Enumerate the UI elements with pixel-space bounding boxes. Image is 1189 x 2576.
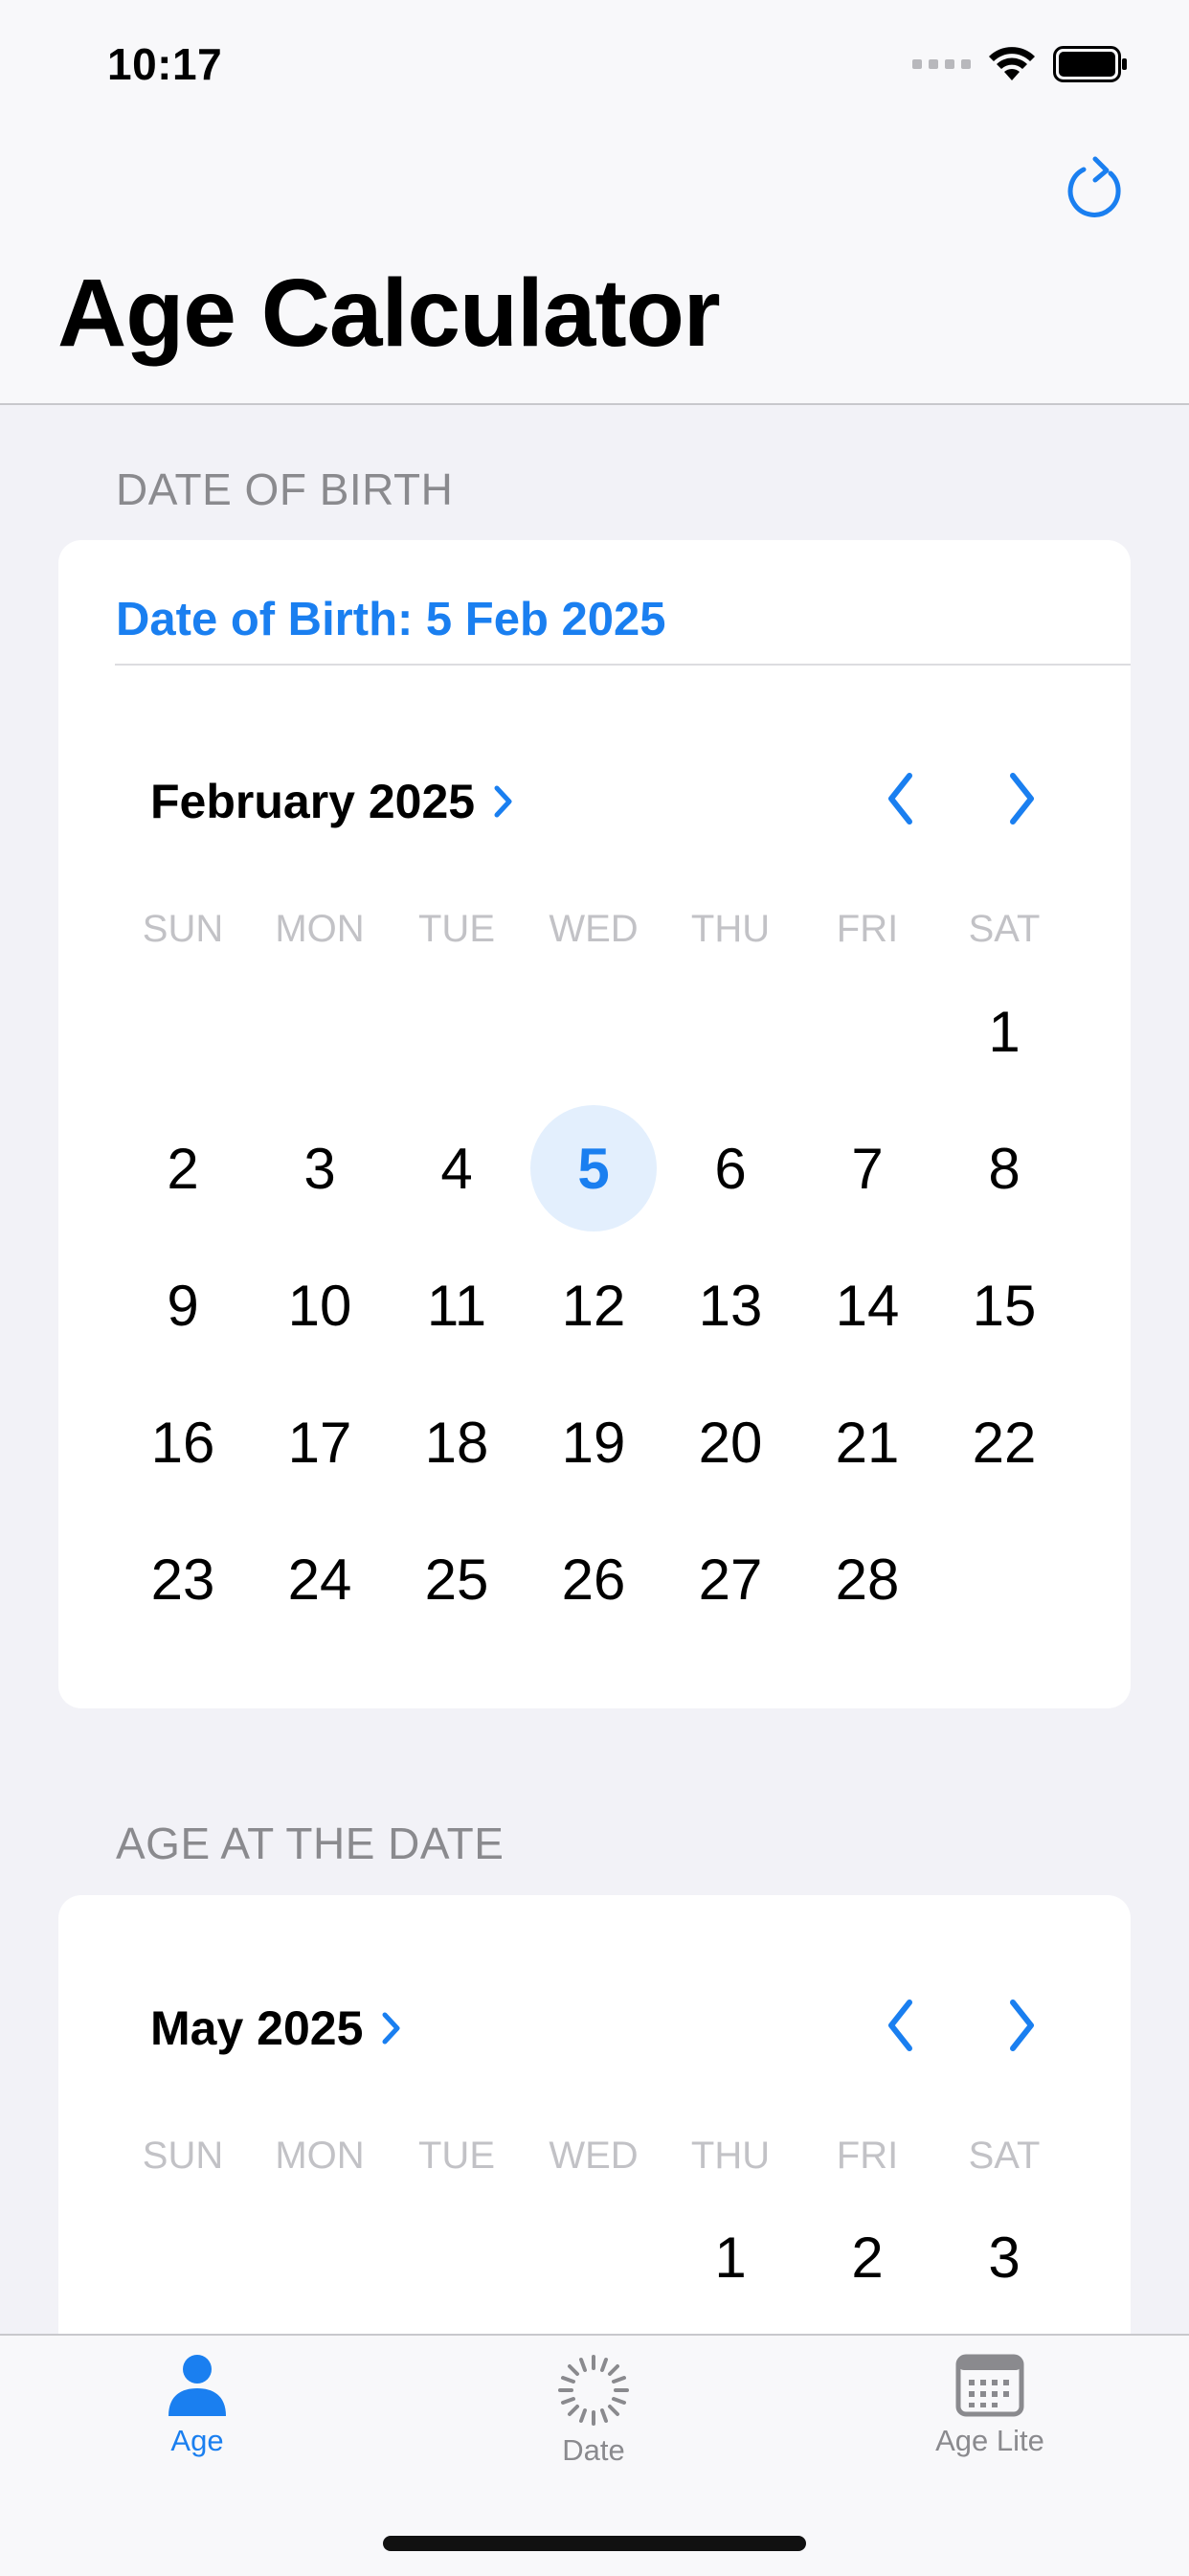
day-cell[interactable]: 5 [527,1101,661,1235]
tab-age-label: Age [170,2424,224,2457]
day-cell[interactable]: 2 [800,2190,934,2324]
age-month-picker[interactable]: May 2025 [150,2000,403,2056]
tab-age-lite-label: Age Lite [935,2424,1044,2457]
wifi-icon [989,47,1035,80]
next-month-button[interactable] [1004,1997,1039,2054]
tab-date-label: Date [562,2433,625,2467]
dob-month-label: February 2025 [150,775,476,828]
day-cell[interactable]: 9 [116,1238,250,1372]
battery-icon [1053,46,1127,82]
tab-date[interactable]: Date [479,2353,708,2468]
cellular-signal-icon [912,59,971,69]
day-cell[interactable]: 11 [390,1238,524,1372]
refresh-icon[interactable] [1063,156,1130,223]
weekday-label: THU [690,908,771,950]
day-cell[interactable]: 28 [800,1512,934,1646]
weekday-label: WED [549,2135,639,2177]
weekday-label: WED [549,908,639,950]
weekday-label: SAT [968,2135,1041,2177]
navigation-header: 10:17 Age Calculator [0,0,1189,405]
day-cell[interactable]: 19 [527,1375,661,1509]
day-cell[interactable]: 24 [253,1512,387,1646]
dob-month-nav [884,770,1039,827]
previous-month-button[interactable] [884,770,918,827]
tab-age-lite[interactable]: Age Lite [875,2353,1105,2458]
day-cell[interactable]: 23 [116,1512,250,1646]
day-cell[interactable]: 8 [937,1101,1071,1235]
calendar-icon [955,2354,1024,2417]
weekday-label: TUE [418,908,495,950]
previous-month-button[interactable] [884,1997,918,2054]
day-cell[interactable]: 18 [390,1375,524,1509]
day-cell[interactable]: 15 [937,1238,1071,1372]
day-cell[interactable]: 3 [937,2190,1071,2324]
status-indicators [912,46,1128,82]
day-cell[interactable]: 1 [663,2190,797,2324]
divider [115,664,1131,666]
dob-card: Date of Birth: 5 Feb 2025 February 2025 … [58,540,1131,1708]
day-cell[interactable]: 22 [937,1375,1071,1509]
day-cell[interactable]: 17 [253,1375,387,1509]
day-cell[interactable]: 13 [663,1238,797,1372]
day-cell[interactable]: 10 [253,1238,387,1372]
day-cell[interactable]: 25 [390,1512,524,1646]
day-cell[interactable]: 1 [937,964,1071,1098]
tab-age[interactable]: Age [82,2353,312,2458]
page-title: Age Calculator [57,260,721,367]
dob-month-picker[interactable]: February 2025 [150,774,515,829]
day-cell[interactable]: 27 [663,1512,797,1646]
weekday-label: SUN [142,908,224,950]
weekday-label: SAT [968,908,1041,950]
spinner-icon [558,2355,629,2426]
age-month-nav [884,1997,1039,2054]
day-cell[interactable]: 26 [527,1512,661,1646]
weekday-label: MON [275,908,365,950]
day-cell[interactable]: 4 [390,1101,524,1235]
chevron-right-icon [494,785,512,818]
next-month-button[interactable] [1004,770,1039,827]
age-section-header: AGE AT THE DATE [116,1819,505,1868]
day-cell[interactable]: 14 [800,1238,934,1372]
person-icon [168,2355,226,2416]
day-cell[interactable]: 16 [116,1375,250,1509]
weekday-label: SUN [142,2135,224,2177]
chevron-right-icon [382,2012,400,2045]
day-cell[interactable]: 6 [663,1101,797,1235]
day-cell[interactable]: 3 [253,1101,387,1235]
day-cell[interactable]: 21 [800,1375,934,1509]
dob-selected-label[interactable]: Date of Birth: 5 Feb 2025 [116,593,666,646]
day-cell[interactable]: 12 [527,1238,661,1372]
day-cell[interactable]: 20 [663,1375,797,1509]
age-month-label: May 2025 [150,2001,364,2055]
weekday-label: MON [275,2135,365,2177]
weekday-label: FRI [836,908,899,950]
day-cell[interactable]: 7 [800,1101,934,1235]
status-time: 10:17 [107,39,223,89]
dob-section-header: DATE OF BIRTH [116,464,454,514]
weekday-label: FRI [836,2135,899,2177]
weekday-label: TUE [418,2135,495,2177]
home-indicator [383,2536,806,2551]
day-cell[interactable]: 2 [116,1101,250,1235]
weekday-label: THU [690,2135,771,2177]
